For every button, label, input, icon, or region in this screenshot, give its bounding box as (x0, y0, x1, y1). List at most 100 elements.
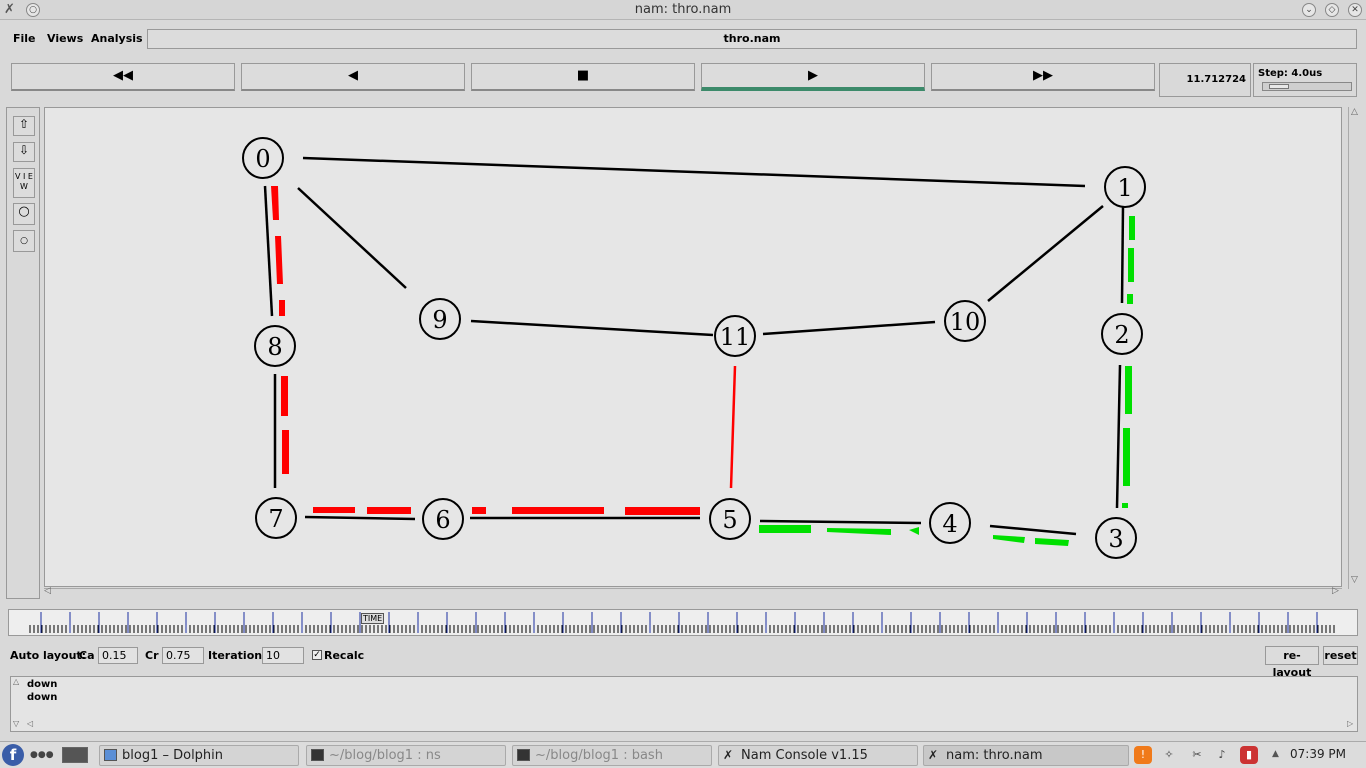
play-button[interactable]: ▶ (701, 63, 925, 91)
link-9-11 (470, 319, 714, 337)
horizontal-scrollbar[interactable]: ◁ ▷ (44, 586, 1342, 598)
notification-icon[interactable]: ! (1134, 746, 1152, 764)
task-dolphin[interactable]: blog1 – Dolphin (99, 745, 299, 766)
taskbar: f ●●● blog1 – Dolphin ~/blog/blog1 : ns … (0, 741, 1366, 768)
nodes (242, 137, 1146, 559)
cr-label: Cr (145, 649, 159, 662)
task-bash-terminal[interactable]: ~/blog/blog1 : bash (512, 745, 712, 766)
step-control: Step: 4.0us (1253, 63, 1357, 97)
scroll-up-icon[interactable]: △ (1351, 107, 1358, 117)
terminal-icon (311, 749, 324, 761)
vertical-scrollbar[interactable]: △ ▽ (1348, 107, 1360, 589)
scroll-left-icon[interactable]: ◁ (44, 586, 51, 596)
link-11-10 (762, 320, 936, 336)
link-0-8 (263, 185, 274, 317)
iterations-input[interactable]: 10 (262, 647, 304, 664)
network-graph: 0 1 2 3 4 5 6 7 8 9 10 11 (242, 137, 1146, 559)
title-bar: ✗ ○ nam: thro.nam ⌄ ◇ ✕ (0, 0, 1366, 20)
scroll-down-icon[interactable]: ▽ (1351, 575, 1358, 585)
task-label: nam: thro.nam (946, 748, 1043, 763)
node-label-10: 10 (950, 308, 981, 336)
fast-forward-button[interactable]: ▶▶ (931, 63, 1155, 91)
clipboard-icon[interactable]: ✂ (1188, 746, 1206, 764)
task-ns-terminal[interactable]: ~/blog/blog1 : ns (306, 745, 506, 766)
link-2-3 (1115, 364, 1122, 509)
time-slider[interactable]: TIME (8, 609, 1358, 636)
task-label: ~/blog/blog1 : ns (329, 748, 441, 763)
node-label-9: 9 (432, 306, 447, 334)
node-label-6: 6 (435, 506, 450, 534)
node-label-1: 1 (1117, 174, 1132, 202)
menu-analysis[interactable]: Analysis (91, 32, 143, 45)
task-label: blog1 – Dolphin (122, 748, 224, 763)
link-0-9 (297, 187, 407, 289)
iterations-label: Iterations (208, 649, 269, 662)
autolayout-label: Auto layout: (10, 649, 87, 662)
link-11-5 (729, 365, 737, 489)
view-button[interactable]: V I E W (13, 168, 35, 198)
message-console[interactable]: down down △ ▽ ◁ ▷ (10, 676, 1358, 732)
console-line: down (27, 679, 58, 690)
time-slider-handle[interactable]: TIME (361, 613, 385, 624)
small-circle-icon[interactable]: ○ (13, 230, 35, 252)
close-button[interactable]: ✕ (1348, 3, 1362, 17)
tray-expand-icon[interactable]: ▲ (1272, 749, 1279, 759)
tool-strip: ⇧ ⇩ V I E W ○ ○ (6, 107, 40, 599)
link-7-6 (304, 515, 416, 521)
network-canvas[interactable]: 0 1 2 3 4 5 6 7 8 9 10 11 (44, 107, 1342, 587)
zoom-out-icon[interactable]: ⇩ (13, 142, 35, 162)
console-scroll-right-icon[interactable]: ▷ (1347, 719, 1353, 728)
scroll-right-icon[interactable]: ▷ (1332, 586, 1339, 596)
rewind-button[interactable]: ◀◀ (11, 63, 235, 91)
recalc-checkbox[interactable]: ✓ (312, 650, 322, 660)
recalc-label: Recalc (324, 649, 365, 662)
link-5-4 (759, 519, 922, 525)
link-1-10 (987, 205, 1104, 302)
node-label-5: 5 (722, 506, 737, 534)
console-scroll-down-icon[interactable]: ▽ (13, 719, 19, 728)
ca-label: Ca (79, 649, 95, 662)
maximize-button[interactable]: ◇ (1325, 3, 1339, 17)
link-0-1 (302, 156, 1086, 188)
time-ticks (27, 610, 1337, 635)
start-menu-icon[interactable]: f (2, 744, 24, 766)
node-label-4: 4 (942, 510, 957, 538)
step-back-button[interactable]: ◀ (241, 63, 465, 91)
clock[interactable]: 07:39 PM (1290, 747, 1346, 761)
console-scroll-left-icon[interactable]: ◁ (27, 719, 33, 728)
terminal-icon (517, 749, 530, 761)
node-label-7: 7 (268, 505, 283, 533)
reset-button[interactable]: reset (1323, 646, 1358, 665)
menu-file[interactable]: File (13, 32, 36, 45)
show-desktop-icon[interactable] (62, 747, 88, 763)
nam-icon: ✗ (928, 748, 939, 762)
pager-icon[interactable]: ●●● (30, 750, 54, 760)
large-circle-icon[interactable]: ○ (13, 203, 35, 225)
link-4-3 (989, 524, 1077, 536)
nam-icon: ✗ (723, 748, 734, 762)
menu-views[interactable]: Views (47, 32, 83, 45)
task-label: ~/blog/blog1 : bash (535, 748, 663, 763)
node-label-8: 8 (267, 333, 282, 361)
task-nam-console[interactable]: ✗ Nam Console v1.15 (718, 745, 918, 766)
minimize-button[interactable]: ⌄ (1302, 3, 1316, 17)
task-nam-thro[interactable]: ✗ nam: thro.nam (923, 745, 1129, 766)
battery-icon[interactable]: ▮ (1240, 746, 1258, 764)
ca-input[interactable]: 0.15 (98, 647, 138, 664)
node-label-2: 2 (1114, 321, 1129, 349)
time-readout: 11.712724 (1159, 63, 1251, 97)
volume-icon[interactable]: ♪ (1213, 746, 1231, 764)
relayout-button[interactable]: re-layout (1265, 646, 1319, 679)
stop-button[interactable]: ■ (471, 63, 695, 91)
network-manager-icon[interactable]: ✧ (1160, 746, 1178, 764)
cr-input[interactable]: 0.75 (162, 647, 204, 664)
console-line: down (27, 692, 58, 703)
step-label: Step: 4.0us (1258, 68, 1323, 79)
step-slider-thumb[interactable] (1269, 84, 1289, 89)
step-slider[interactable] (1262, 82, 1352, 91)
node-label-11: 11 (720, 323, 751, 351)
task-label: Nam Console v1.15 (741, 748, 868, 763)
console-scroll-up-icon[interactable]: △ (13, 677, 19, 686)
zoom-in-icon[interactable]: ⇧ (13, 116, 35, 136)
window-title: nam: thro.nam (634, 2, 732, 17)
